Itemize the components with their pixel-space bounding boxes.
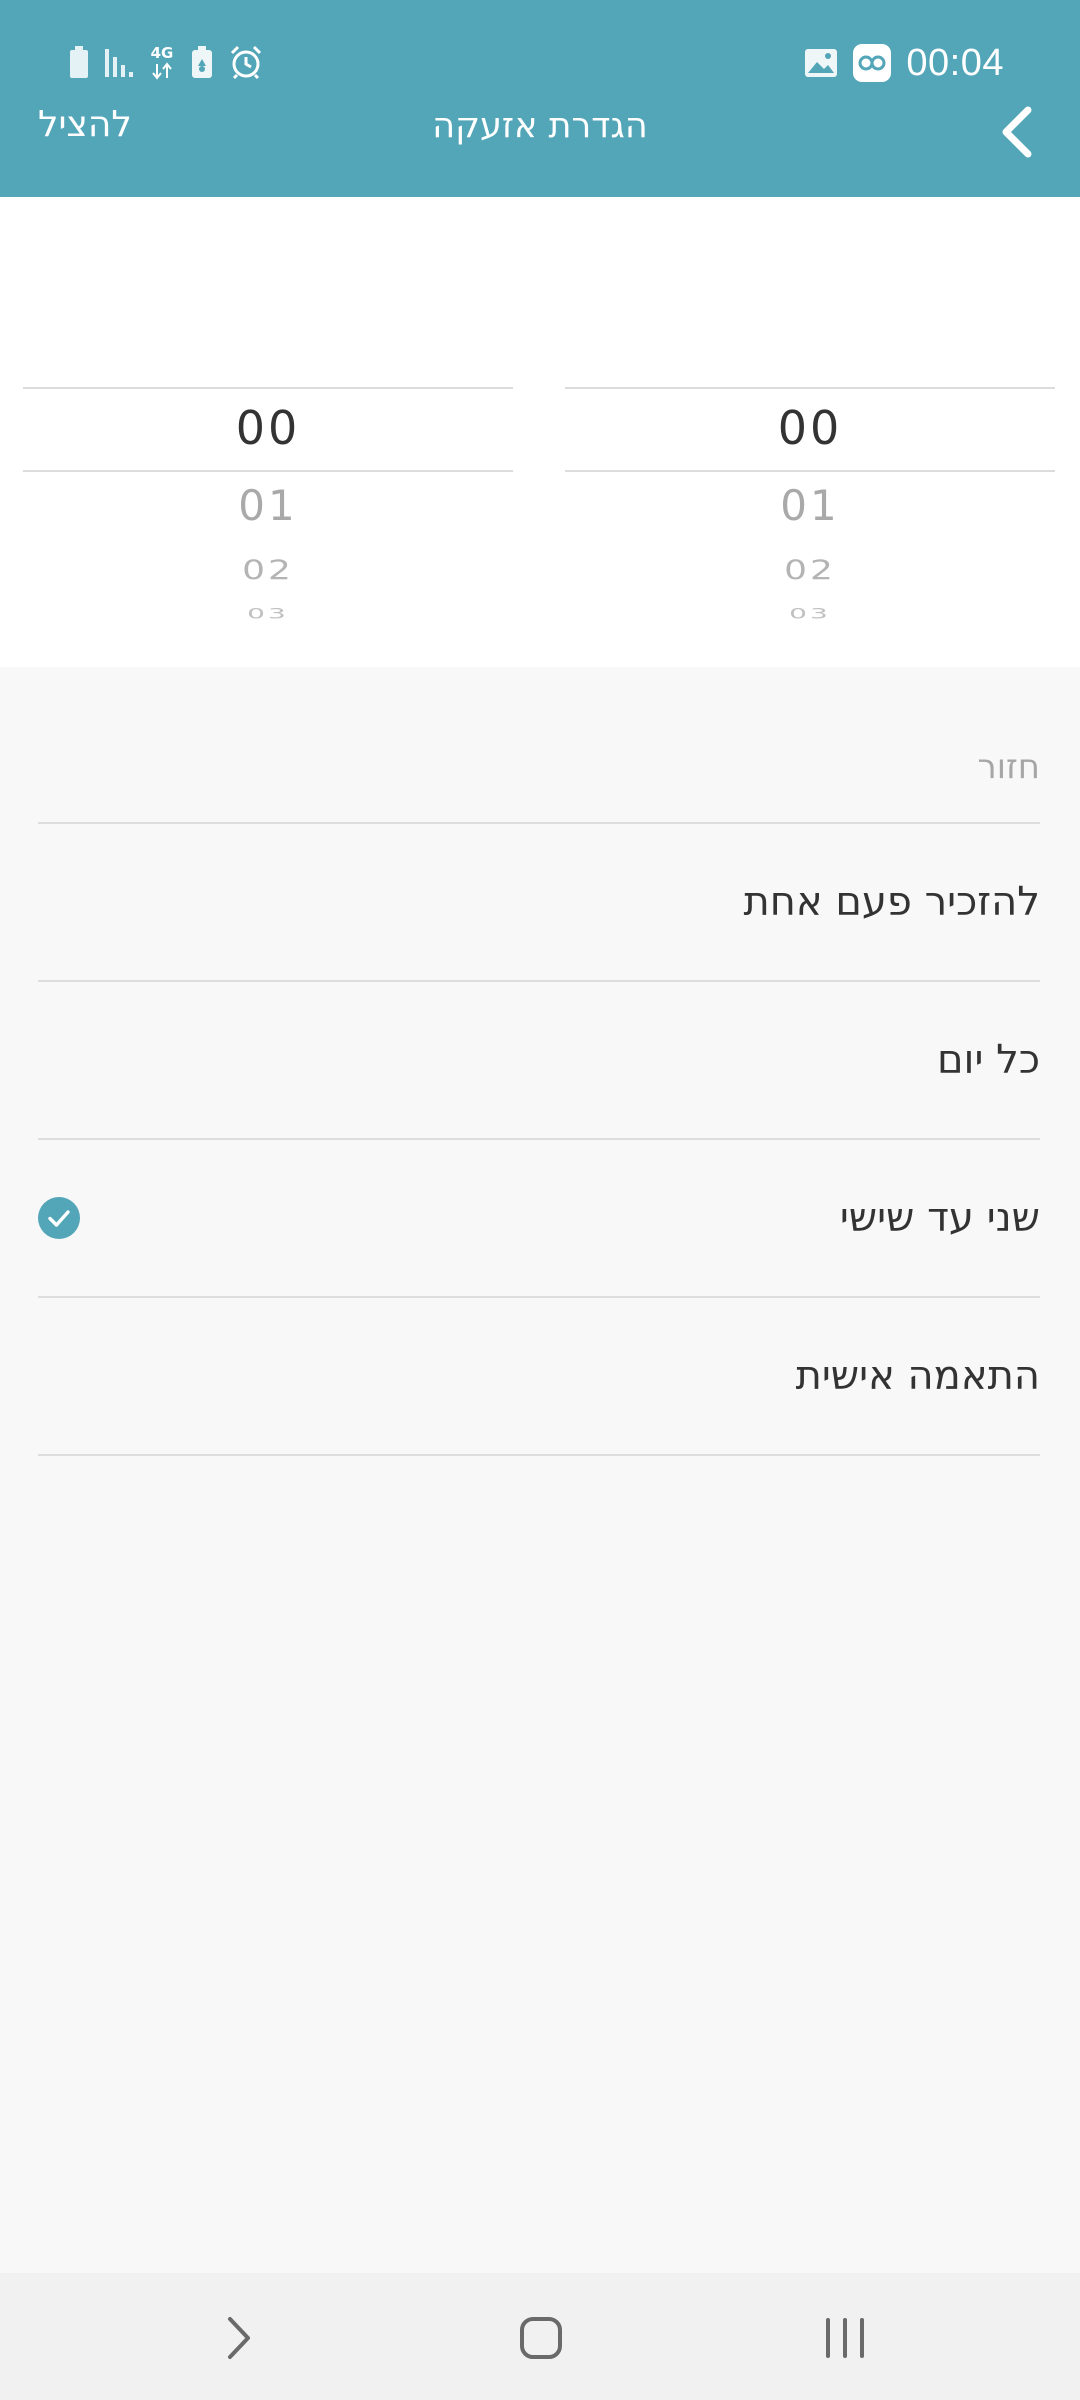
status-clock: 00:04: [906, 41, 1004, 84]
alarm-settings-screen: 4G 00:04 להציל הגדרת אזעקה 00 01 02 03 0…: [0, 0, 1080, 2400]
picker-selected-value: 00: [777, 401, 843, 455]
battery-saver-icon: [190, 44, 214, 80]
picker-divider: [23, 470, 513, 472]
alarm-icon: [228, 44, 264, 80]
back-nav-icon[interactable]: [204, 2303, 274, 2373]
picker-divider: [23, 387, 513, 389]
option-label: התאמה אישית: [795, 1353, 1040, 1399]
battery-icon: [68, 45, 90, 79]
back-button[interactable]: [986, 100, 1050, 164]
option-label: שני עד שישי: [839, 1195, 1040, 1241]
repeat-option-custom[interactable]: התאמה אישית: [38, 1298, 1040, 1454]
divider: [38, 1454, 1040, 1456]
hour-picker[interactable]: 00 01 02 03: [565, 387, 1055, 657]
recent-apps-icon[interactable]: [810, 2303, 880, 2373]
check-icon: [38, 1197, 80, 1239]
home-icon[interactable]: [506, 2303, 576, 2373]
repeat-option-once[interactable]: להזכיר פעם אחת: [38, 824, 1040, 980]
picker-divider: [565, 470, 1055, 472]
page-title: הגדרת אזעקה: [432, 106, 648, 146]
header-nav: להציל הגדרת אזעקה: [0, 100, 1080, 164]
signal-icon: [104, 45, 134, 79]
picker-next-value[interactable]: 02: [23, 555, 513, 586]
app-notification-icon: [852, 43, 892, 83]
repeat-option-daily[interactable]: כל יום: [38, 982, 1040, 1138]
svg-text:4G: 4G: [151, 44, 174, 62]
repeat-section: חזור להזכיר פעם אחת כל יום שני עד שישי ה…: [0, 667, 1080, 2273]
status-right: 00:04: [804, 38, 1004, 88]
picker-divider: [565, 387, 1055, 389]
network-4g-icon: 4G: [148, 42, 176, 82]
picker-next-value[interactable]: 01: [565, 481, 1055, 530]
system-nav-bar: [0, 2273, 1080, 2400]
app-header: 4G 00:04 להציל הגדרת אזעקה: [0, 0, 1080, 197]
picker-selected-value: 00: [235, 401, 301, 455]
option-label: להזכיר פעם אחת: [743, 879, 1040, 925]
repeat-label: חזור: [977, 747, 1040, 787]
option-label: כל יום: [937, 1037, 1040, 1083]
gallery-icon: [804, 48, 838, 78]
repeat-option-weekdays[interactable]: שני עד שישי: [38, 1140, 1040, 1296]
picker-next-value[interactable]: 03: [23, 605, 513, 622]
chevron-left-icon: [1002, 106, 1032, 158]
picker-next-value[interactable]: 02: [565, 555, 1055, 586]
time-picker-area: 00 01 02 03 00 01 02 03: [0, 197, 1080, 667]
picker-next-value[interactable]: 01: [23, 481, 513, 530]
picker-next-value[interactable]: 03: [565, 605, 1055, 622]
status-icons: 4G: [68, 40, 264, 84]
minute-picker[interactable]: 00 01 02 03: [23, 387, 513, 657]
